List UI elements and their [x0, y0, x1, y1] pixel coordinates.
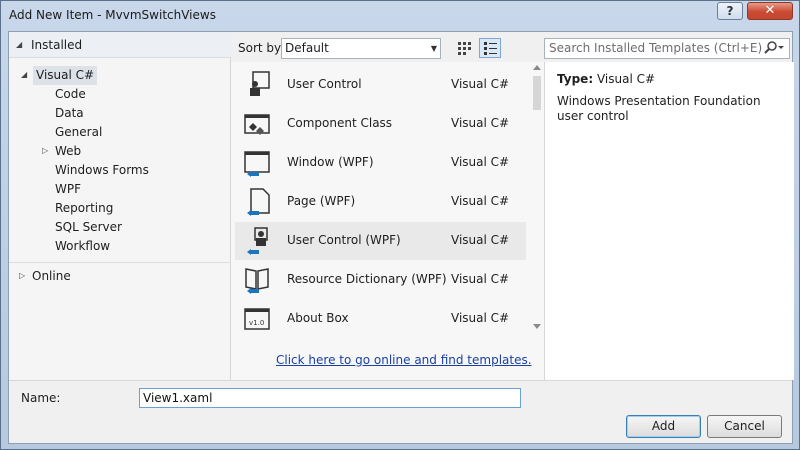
- type-label: Type:: [557, 72, 594, 86]
- page-wpf-icon: [247, 188, 270, 216]
- tree-node-workflow[interactable]: Workflow: [55, 237, 110, 256]
- list-view-icon: [484, 42, 497, 55]
- template-type: Type: Visual C#: [557, 72, 655, 86]
- template-name: Page (WPF): [287, 194, 356, 208]
- sort-by-label: Sort by:: [238, 41, 285, 55]
- template-item-component-class[interactable]: Component Class Visual C#: [235, 105, 526, 143]
- template-language: Visual C#: [451, 233, 510, 247]
- grid-view-icon: [458, 42, 471, 55]
- type-value: Visual C#: [596, 72, 656, 86]
- expanded-triangle-icon[interactable]: ◢: [21, 70, 27, 79]
- template-toolbar: Sort by: Default ▼: [231, 32, 544, 62]
- about-box-icon: v1.0: [244, 308, 270, 330]
- close-button[interactable]: ✕: [747, 2, 793, 20]
- template-name: User Control (WPF): [287, 233, 401, 247]
- title-bar[interactable]: Add New Item - MvvmSwitchViews ? ✕: [1, 1, 799, 31]
- tree-node-general[interactable]: General: [55, 123, 102, 142]
- collapsed-triangle-icon[interactable]: ▷: [42, 146, 48, 155]
- help-button[interactable]: ?: [717, 2, 743, 20]
- tree-node-visual-csharp[interactable]: Visual C#: [33, 66, 98, 85]
- cancel-button[interactable]: Cancel: [707, 415, 782, 438]
- tree-node-windows-forms[interactable]: Windows Forms: [55, 161, 149, 180]
- template-item-window-wpf[interactable]: Window (WPF) Visual C#: [235, 144, 526, 182]
- scrollbar-track: [533, 65, 541, 329]
- tree-node-web[interactable]: Web: [55, 142, 81, 161]
- template-language: Visual C#: [451, 77, 510, 91]
- tree-node-wpf[interactable]: WPF: [55, 180, 81, 199]
- search-placeholder: Search Installed Templates (Ctrl+E): [549, 41, 763, 55]
- installed-label: Installed: [31, 38, 83, 52]
- tree-node-code[interactable]: Code: [55, 85, 86, 104]
- expanded-triangle-icon[interactable]: ◢: [16, 40, 22, 49]
- svg-text:v1.0: v1.0: [249, 319, 264, 327]
- template-language: Visual C#: [451, 311, 510, 325]
- template-list: User Control Visual C# Component Class V…: [231, 62, 544, 380]
- user-control-icon: [250, 71, 270, 96]
- template-item-about-box[interactable]: v1.0 About Box Visual C#: [235, 300, 526, 338]
- name-and-actions-area: Name: Add Cancel: [9, 380, 792, 443]
- template-name: Window (WPF): [287, 155, 374, 169]
- small-icons-view-button[interactable]: [453, 38, 475, 58]
- template-language: Visual C#: [451, 272, 510, 286]
- name-label: Name:: [21, 391, 61, 405]
- installed-node[interactable]: ◢ Installed: [9, 32, 231, 58]
- template-name: About Box: [287, 311, 349, 325]
- collapsed-triangle-icon[interactable]: ▷: [19, 271, 25, 280]
- component-class-icon: [244, 114, 270, 135]
- online-node[interactable]: ▷ Online: [9, 262, 231, 288]
- tree-node-sql-server[interactable]: SQL Server: [55, 218, 122, 237]
- template-language: Visual C#: [451, 194, 510, 208]
- search-icon[interactable]: [763, 41, 785, 55]
- template-item-user-control[interactable]: User Control Visual C#: [235, 66, 526, 104]
- search-templates-input[interactable]: Search Installed Templates (Ctrl+E): [544, 38, 790, 59]
- add-button[interactable]: Add: [626, 415, 701, 438]
- template-name: Component Class: [287, 116, 393, 130]
- find-templates-online-link[interactable]: Click here to go online and find templat…: [276, 353, 532, 367]
- list-view-button[interactable]: [479, 38, 501, 58]
- template-list-scrollbar[interactable]: [530, 62, 544, 334]
- template-description: Windows Presentation Foundation user con…: [557, 94, 761, 123]
- template-item-user-control-wpf[interactable]: User Control (WPF) Visual C#: [235, 222, 526, 260]
- dialog-body: ◢ Installed ◢ Visual C# Code Data Genera…: [8, 31, 794, 444]
- tree-node-data[interactable]: Data: [55, 104, 84, 123]
- dropdown-arrow-icon: ▼: [430, 44, 437, 53]
- template-category-tree: ◢ Installed ◢ Visual C# Code Data Genera…: [9, 32, 231, 380]
- resource-dictionary-icon: [245, 268, 269, 294]
- window-title: Add New Item - MvvmSwitchViews: [9, 8, 216, 22]
- add-new-item-dialog: Add New Item - MvvmSwitchViews ? ✕ ◢ Ins…: [0, 0, 800, 450]
- template-language: Visual C#: [451, 155, 510, 169]
- sort-by-value: Default: [285, 41, 329, 55]
- template-item-page-wpf[interactable]: Page (WPF) Visual C#: [235, 183, 526, 221]
- template-name: User Control: [287, 77, 362, 91]
- user-control-wpf-icon: [247, 227, 268, 255]
- template-item-resource-dictionary-wpf[interactable]: Resource Dictionary (WPF) Visual C#: [235, 261, 526, 299]
- window-wpf-icon: [244, 151, 270, 177]
- template-details-pane: Type: Visual C# Windows Presentation Fou…: [544, 62, 794, 380]
- online-label: Online: [32, 269, 71, 283]
- name-input[interactable]: [139, 388, 521, 408]
- template-language: Visual C#: [451, 116, 510, 130]
- template-name: Resource Dictionary (WPF): [287, 272, 447, 286]
- sort-by-dropdown[interactable]: Default ▼: [281, 38, 441, 59]
- tree-node-reporting[interactable]: Reporting: [55, 199, 113, 218]
